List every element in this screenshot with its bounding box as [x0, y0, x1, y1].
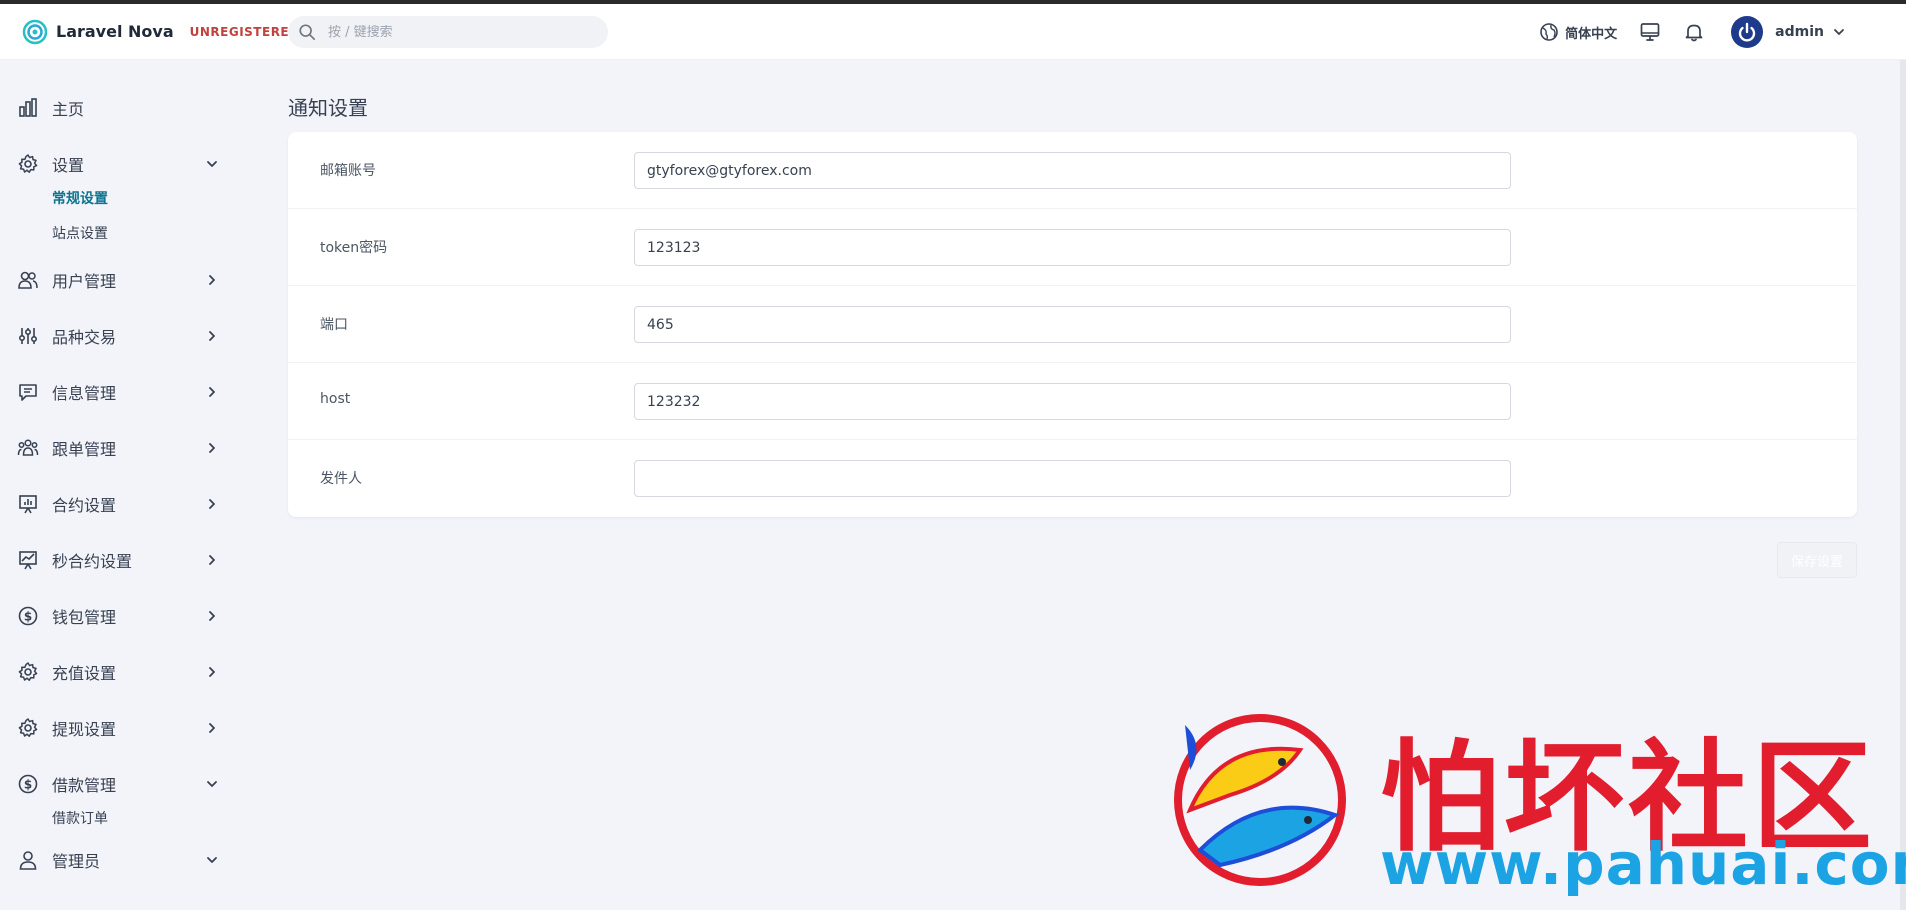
- user-menu[interactable]: admin: [1731, 16, 1846, 48]
- monitor-icon[interactable]: [1639, 21, 1661, 43]
- users-icon: [18, 271, 38, 289]
- sidebar-item-withdraw[interactable]: 提现设置: [0, 708, 240, 748]
- field-label: token密码: [320, 240, 388, 256]
- field-label: 邮箱账号: [320, 163, 376, 179]
- dollar-icon: $: [18, 774, 38, 794]
- scrollbar-track[interactable]: [1900, 60, 1906, 910]
- settings-form-card: 邮箱账号 token密码 端口 host 发件人: [288, 132, 1857, 517]
- sliders-icon: [18, 328, 38, 344]
- sidebar: 主页 设置 常规设置 站点设置 用户管理 品种交易 信息管理 跟单管理 合约设置…: [0, 60, 240, 910]
- sidebar-item-label: 秒合约设置: [52, 552, 133, 571]
- host-field[interactable]: [634, 383, 1511, 420]
- chevron-down-icon: [207, 161, 217, 167]
- field-row-sender: 发件人: [288, 440, 1857, 517]
- sidebar-item-users[interactable]: 用户管理: [0, 260, 240, 300]
- sidebar-item-products[interactable]: 品种交易: [0, 316, 240, 356]
- license-status: UNREGISTERED: [189, 24, 300, 39]
- dollar-icon: $: [18, 606, 38, 626]
- sidebar-item-label: 管理员: [52, 852, 101, 871]
- avatar: [1731, 16, 1764, 48]
- trend-chart-icon: [19, 551, 37, 570]
- app-name: Laravel Nova: [56, 22, 174, 41]
- search-input[interactable]: [328, 24, 588, 40]
- language-label: 简体中文: [1565, 26, 1618, 42]
- header-actions: 简体中文 admin: [1539, 16, 1846, 48]
- sidebar-item-label: 主页: [52, 100, 85, 119]
- field-label: 发件人: [320, 471, 362, 487]
- chevron-right-icon: [209, 331, 215, 341]
- user-name: admin: [1775, 24, 1824, 40]
- chevron-right-icon: [209, 555, 215, 565]
- user-group-icon: [17, 439, 39, 456]
- chevron-right-icon: [209, 667, 215, 677]
- sidebar-subitem-site-settings[interactable]: 站点设置: [52, 223, 108, 243]
- sidebar-subitem-general-settings[interactable]: 常规设置: [52, 188, 108, 208]
- field-row-host: host: [288, 363, 1857, 440]
- email-field[interactable]: [634, 152, 1511, 189]
- sidebar-item-copy-trading[interactable]: 跟单管理: [0, 428, 240, 468]
- bar-chart-icon: [19, 98, 37, 117]
- sidebar-item-admins[interactable]: 管理员: [0, 840, 240, 880]
- chevron-right-icon: [209, 275, 215, 285]
- sidebar-item-label: 钱包管理: [52, 608, 117, 627]
- field-label: 端口: [320, 317, 348, 333]
- sidebar-item-settings[interactable]: 设置: [0, 144, 240, 184]
- sidebar-item-label: 品种交易: [52, 328, 117, 347]
- sidebar-item-label: 提现设置: [52, 720, 117, 739]
- sender-field[interactable]: [634, 460, 1511, 497]
- chevron-right-icon: [209, 499, 215, 509]
- search-icon: [299, 24, 316, 41]
- port-field[interactable]: [634, 306, 1511, 343]
- sidebar-item-label: 跟单管理: [52, 440, 117, 459]
- message-icon: [19, 384, 37, 401]
- global-search[interactable]: [288, 16, 608, 48]
- sidebar-item-label: 充值设置: [52, 664, 117, 683]
- gear-icon: [18, 718, 38, 737]
- sidebar-subitem-loan-orders[interactable]: 借款订单: [52, 808, 108, 828]
- sidebar-item-second-contract[interactable]: 秒合约设置: [0, 540, 240, 580]
- nova-logo-icon: [22, 19, 48, 44]
- field-row-email: 邮箱账号: [288, 132, 1857, 209]
- chevron-down-icon: [1834, 29, 1844, 35]
- sidebar-item-contract-settings[interactable]: 合约设置: [0, 484, 240, 524]
- power-icon: [1738, 22, 1756, 42]
- language-switcher[interactable]: 简体中文: [1539, 22, 1617, 42]
- globe-icon: [1540, 23, 1558, 41]
- watermark-fish-logo-icon: [1174, 714, 1346, 886]
- sidebar-item-recharge[interactable]: 充值设置: [0, 652, 240, 692]
- sidebar-item-label: 合约设置: [52, 496, 117, 515]
- token-password-field[interactable]: [634, 229, 1511, 266]
- gear-icon: [18, 662, 38, 681]
- watermark-url: www.pahuai.com: [1380, 830, 1906, 898]
- page-title: 通知设置: [288, 96, 368, 120]
- bell-icon[interactable]: [1683, 21, 1705, 43]
- top-header: Laravel Nova UNREGISTERED 简体中文: [0, 4, 1906, 60]
- chevron-right-icon: [209, 443, 215, 453]
- chevron-down-icon: [207, 857, 217, 863]
- sidebar-item-label: 设置: [52, 156, 85, 175]
- presentation-chart-icon: [19, 495, 37, 514]
- sidebar-item-label: 信息管理: [52, 384, 117, 403]
- sidebar-item-label: 用户管理: [52, 272, 117, 291]
- chevron-down-icon: [207, 781, 217, 787]
- save-settings-button[interactable]: 保存设置: [1777, 542, 1857, 578]
- sidebar-item-home[interactable]: 主页: [0, 88, 240, 128]
- field-label: host: [320, 391, 351, 407]
- chevron-right-icon: [209, 723, 215, 733]
- field-row-token: token密码: [288, 209, 1857, 286]
- user-icon: [19, 851, 37, 870]
- field-row-port: 端口: [288, 286, 1857, 363]
- svg-text:$: $: [24, 610, 32, 624]
- gear-icon: [18, 154, 38, 173]
- sidebar-item-label: 借款管理: [52, 776, 117, 795]
- brand[interactable]: Laravel Nova UNREGISTERED: [22, 19, 300, 45]
- chevron-right-icon: [209, 611, 215, 621]
- sidebar-item-wallet[interactable]: $ 钱包管理: [0, 596, 240, 636]
- sidebar-item-loans[interactable]: $ 借款管理: [0, 764, 240, 804]
- chevron-right-icon: [209, 387, 215, 397]
- svg-text:$: $: [24, 778, 32, 792]
- sidebar-item-messages[interactable]: 信息管理: [0, 372, 240, 412]
